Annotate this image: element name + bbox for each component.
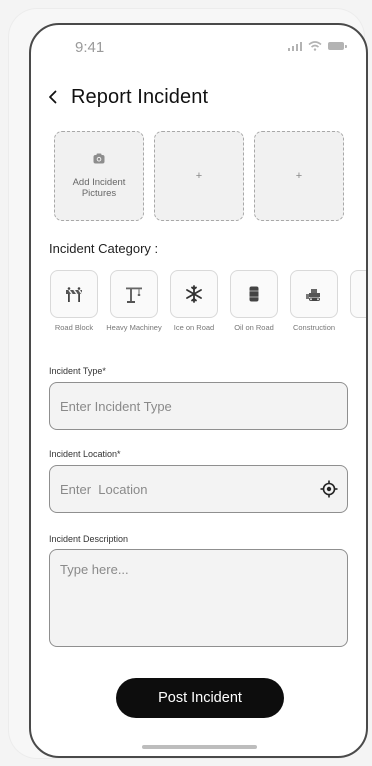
barrier-icon	[66, 287, 83, 302]
incident-description-label: Incident Description	[49, 534, 129, 544]
status-bar: 9:41	[31, 25, 366, 69]
oil-barrel-icon	[249, 286, 259, 302]
incident-description-field	[49, 549, 348, 647]
status-icons	[287, 41, 347, 51]
other-icon	[364, 284, 368, 304]
incident-type-label: Incident Type*	[49, 366, 106, 376]
category-label: O	[346, 323, 366, 333]
phone-screen: 9:41 Report Incident Add Incident Pictur…	[29, 23, 368, 758]
category-oil-on-road[interactable]: Oil on Road	[229, 270, 279, 333]
battery-icon	[328, 42, 347, 50]
home-indicator	[142, 745, 257, 749]
back-arrow-icon[interactable]	[47, 90, 59, 104]
category-other[interactable]: O	[346, 270, 368, 333]
crane-icon	[126, 287, 142, 303]
status-time: 9:41	[75, 39, 105, 56]
incident-location-label: Incident Location*	[49, 449, 121, 459]
category-label: Heavy Machiney	[106, 323, 162, 332]
category-heavy-machinery[interactable]: Heavy Machiney	[106, 270, 162, 333]
post-incident-button[interactable]: Post Incident	[116, 678, 284, 718]
add-picture-slot-3[interactable]: +	[254, 131, 344, 221]
incident-location-input[interactable]	[60, 466, 320, 512]
bulldozer-icon	[306, 289, 320, 301]
category-construction[interactable]: Construction	[289, 270, 339, 333]
signal-icon	[287, 41, 302, 51]
add-picture-slot-2[interactable]: +	[154, 131, 244, 221]
camera-icon	[93, 153, 105, 163]
page-title: Report Incident	[71, 85, 209, 108]
locate-icon[interactable]	[320, 480, 338, 498]
category-label: Ice on Road	[173, 323, 215, 332]
wifi-icon	[308, 41, 322, 51]
category-ice-on-road[interactable]: Ice on Road	[169, 270, 219, 333]
header: Report Incident	[47, 83, 208, 111]
category-label: Road Block	[54, 323, 94, 332]
add-incident-pictures-button[interactable]: Add Incident Pictures	[54, 131, 144, 221]
incident-type-input[interactable]	[60, 383, 320, 429]
incident-type-field	[49, 382, 348, 430]
category-label: Oil on Road	[234, 323, 274, 332]
add-pictures-label: Add Incident Pictures	[72, 176, 126, 200]
plus-icon: +	[295, 170, 303, 182]
category-road-block[interactable]: Road Block	[49, 270, 99, 333]
incident-description-textarea[interactable]	[60, 562, 338, 642]
snowflake-icon	[186, 285, 202, 303]
category-list: Road Block Heavy Machiney Ice on Road Oi…	[49, 270, 368, 333]
incident-location-field	[49, 465, 348, 513]
incident-category-title: Incident Category :	[49, 241, 159, 256]
category-label: Construction	[292, 323, 336, 332]
plus-icon: +	[195, 170, 203, 182]
